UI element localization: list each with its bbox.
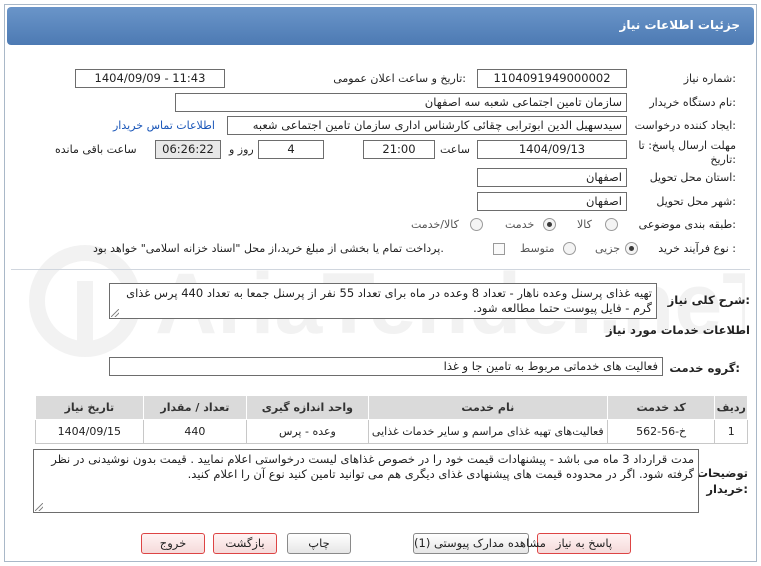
category-option-service: خدمت — [505, 218, 535, 231]
province-field: اصفهان — [477, 168, 627, 187]
cell-service-code: خ-56-562 — [606, 419, 716, 444]
col-unit: واحد اندازه گیری — [246, 395, 369, 420]
summary-label: شرح کلی نیاز: — [667, 293, 750, 307]
page-title: جزئیات اطلاعات نیاز — [619, 18, 740, 32]
process-radio-medium[interactable] — [563, 242, 576, 255]
city-field: اصفهان — [477, 192, 627, 211]
col-quantity: تعداد / مقدار — [142, 395, 248, 420]
city-label: شهر محل تحویل: — [656, 195, 736, 208]
summary-text: تهیه غذای پرسنل وعده ناهار - تعداد 8 وعد… — [126, 286, 652, 315]
buyer-org-label: نام دستگاه خریدار: — [649, 96, 736, 109]
cell-need-date: 1404/09/15 — [35, 419, 144, 444]
remaining-time-field: 06:26:22 — [155, 140, 221, 159]
treasury-checkbox[interactable] — [493, 243, 505, 255]
category-radio-goods[interactable] — [605, 218, 618, 231]
col-row: ردیف — [714, 395, 748, 420]
remaining-label: ساعت باقی مانده — [55, 143, 137, 156]
announce-label: تاریخ و ساعت اعلان عمومی: — [333, 72, 466, 85]
deadline-label: مهلت ارسال پاسخ: تا تاریخ: — [638, 139, 736, 166]
cell-row: 1 — [714, 419, 748, 444]
col-service-name: نام خدمت — [367, 395, 608, 420]
section-divider — [11, 269, 750, 270]
category-option-goods-service: کالا/خدمت — [411, 218, 459, 231]
services-table: ردیف کد خدمت نام خدمت واحد اندازه گیری ت… — [35, 395, 748, 444]
time-label: ساعت — [440, 143, 470, 156]
cell-unit: وعده - پرس — [246, 419, 369, 444]
process-label: نوع فرآیند خرید : — [658, 242, 736, 255]
services-section-title: اطلاعات خدمات مورد نیاز — [606, 323, 750, 337]
need-number-field: 1104091949000002 — [477, 69, 627, 88]
days-field: 4 — [258, 140, 324, 159]
province-label: استان محل تحویل: — [649, 171, 736, 184]
deadline-date-field: 1404/09/13 — [477, 140, 627, 159]
title-bar: جزئیات اطلاعات نیاز — [7, 7, 754, 45]
service-group-label: گروه خدمت: — [669, 361, 740, 375]
col-service-code: کد خدمت — [606, 395, 716, 420]
summary-textarea[interactable]: تهیه غذای پرسنل وعده ناهار - تعداد 8 وعد… — [109, 283, 657, 319]
creator-label: ایجاد کننده درخواست: — [634, 119, 736, 132]
resize-grip-icon[interactable] — [111, 309, 119, 317]
need-number-label: شماره نیاز: — [683, 72, 736, 85]
treasury-payment-text: پرداخت تمام یا بخشی از مبلغ خرید،از محل … — [93, 242, 444, 255]
category-radio-goods-service[interactable] — [470, 218, 483, 231]
print-button[interactable]: چاپ — [287, 533, 351, 554]
creator-field: سیدسهیل الدین ابوترابی چقائی کارشناس ادا… — [227, 116, 627, 135]
cell-service-name: فعالیت‌های تهیه غذای مراسم و سایر خدمات … — [367, 419, 608, 444]
announce-field: 1404/09/09 - 11:43 — [75, 69, 225, 88]
buyer-notes-text: مدت قرارداد 3 ماه می باشد - پیشنهادات قی… — [51, 452, 694, 481]
col-need-date: تاریخ نیاز — [35, 395, 144, 420]
table-header-row: ردیف کد خدمت نام خدمت واحد اندازه گیری ت… — [35, 395, 748, 420]
reply-button[interactable]: پاسخ به نیاز — [537, 533, 631, 554]
category-radio-service[interactable] — [543, 218, 556, 231]
attachments-button[interactable]: مشاهده مدارک پیوستی (1) — [413, 533, 546, 554]
category-label: طبقه بندی موضوعی: — [638, 218, 736, 231]
deadline-time-field: 21:00 — [363, 140, 435, 159]
need-details-panel: جزئیات اطلاعات نیاز AriaTender.neT شماره… — [4, 4, 757, 562]
cell-quantity: 440 — [142, 419, 248, 444]
buyer-contact-link[interactable]: اطلاعات تماس خریدار — [113, 119, 215, 132]
buyer-notes-textarea[interactable]: مدت قرارداد 3 ماه می باشد - پیشنهادات قی… — [33, 449, 699, 513]
process-option-minor: جزیی — [595, 242, 621, 255]
notes-resize-grip-icon[interactable] — [35, 503, 43, 511]
exit-button[interactable]: خروج — [141, 533, 205, 554]
service-group-field: فعالیت های خدماتی مربوط به تامین جا و غذ… — [109, 357, 663, 376]
process-option-medium: متوسط — [520, 242, 555, 255]
buyer-org-field: سازمان تامین اجتماعی شعبه سه اصفهان — [175, 93, 627, 112]
process-radio-minor[interactable] — [625, 242, 638, 255]
days-label: روز و — [229, 143, 254, 156]
category-option-goods: کالا — [577, 218, 592, 231]
table-row: 1 خ-56-562 فعالیت‌های تهیه غذای مراسم و … — [35, 419, 748, 444]
back-button[interactable]: بازگشت — [213, 533, 277, 554]
